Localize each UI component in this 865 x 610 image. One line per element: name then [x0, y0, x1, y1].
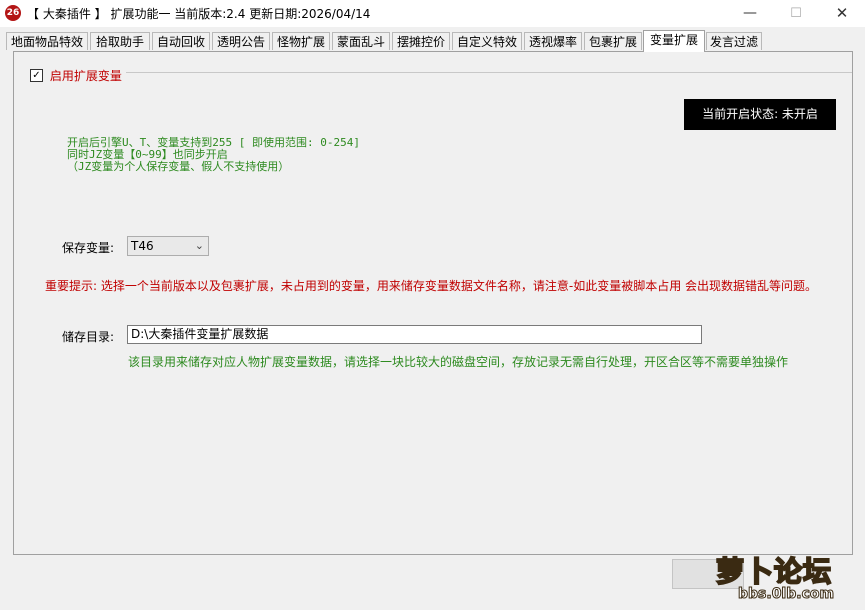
- storage-directory-label: 储存目录:: [62, 330, 115, 344]
- minimize-button[interactable]: —: [727, 0, 773, 27]
- title-bar: 26 【 大秦插件 】 扩展功能一 当前版本:2.4 更新日期:2026/04/…: [0, 0, 865, 27]
- tab-drop-rate-view[interactable]: 透视爆率: [524, 32, 582, 50]
- forum-watermark-logo: 萝卜论坛 bbs.0lb.com: [712, 550, 862, 608]
- save-variable-label: 保存变量:: [62, 241, 115, 255]
- tab-monster-extension[interactable]: 怪物扩展: [272, 32, 330, 50]
- group-box-border: [26, 72, 852, 83]
- enable-extension-checkbox[interactable]: ✓ 启用扩展变量: [26, 67, 126, 85]
- storage-directory-note: 该目录用来储存对应人物扩展变量数据，请选择一块比较大的磁盘空间，存放记录无需自行…: [128, 355, 789, 369]
- tab-speech-filter[interactable]: 发言过滤: [706, 32, 762, 50]
- checkbox-check-icon[interactable]: ✓: [30, 69, 43, 82]
- enable-extension-label: 启用扩展变量: [49, 69, 122, 83]
- watermark-url: bbs.0lb.com: [737, 586, 835, 603]
- info-text: 开启后引擎U、T、变量支持到255 [ 即使用范围: 0-254] 同时JZ变量…: [67, 137, 360, 173]
- save-variable-select[interactable]: T46 ⌄: [127, 236, 209, 256]
- app-icon: 26: [5, 5, 21, 21]
- status-indicator: 当前开启状态: 未开启: [684, 99, 836, 130]
- tab-bar: 地面物品特效 拾取助手 自动回收 透明公告 怪物扩展 蒙面乱斗 摆摊控价 自定义…: [6, 30, 860, 52]
- tab-masked-brawl[interactable]: 蒙面乱斗: [332, 32, 390, 50]
- chevron-down-icon: ⌄: [194, 239, 204, 252]
- close-button[interactable]: ✕: [819, 0, 865, 27]
- tab-ground-item-effects[interactable]: 地面物品特效: [6, 32, 88, 50]
- storage-directory-input[interactable]: D:\大秦插件变量扩展数据: [127, 325, 702, 344]
- tab-bag-extension[interactable]: 包裹扩展: [584, 32, 642, 50]
- watermark-title: 萝卜论坛: [715, 554, 833, 589]
- save-variable-value: T46: [131, 239, 154, 253]
- info-line: （JZ变量为个人保存变量、假人不支持使用）: [67, 160, 290, 173]
- tab-auto-recycle[interactable]: 自动回收: [152, 32, 210, 50]
- tab-custom-effects[interactable]: 自定义特效: [452, 32, 522, 50]
- window-title: 【 大秦插件 】 扩展功能一 当前版本:2.4 更新日期:2026/04/14: [27, 7, 371, 21]
- maximize-button[interactable]: ☐: [773, 0, 819, 27]
- tab-pickup-helper[interactable]: 拾取助手: [90, 32, 150, 50]
- tab-transparent-notice[interactable]: 透明公告: [212, 32, 270, 50]
- tab-stall-price-control[interactable]: 摆摊控价: [392, 32, 450, 50]
- tab-variable-extension[interactable]: 变量扩展: [643, 30, 705, 52]
- warning-text: 重要提示: 选择一个当前版本以及包裹扩展，未占用到的变量，用来储存变量数据文件名…: [45, 279, 818, 293]
